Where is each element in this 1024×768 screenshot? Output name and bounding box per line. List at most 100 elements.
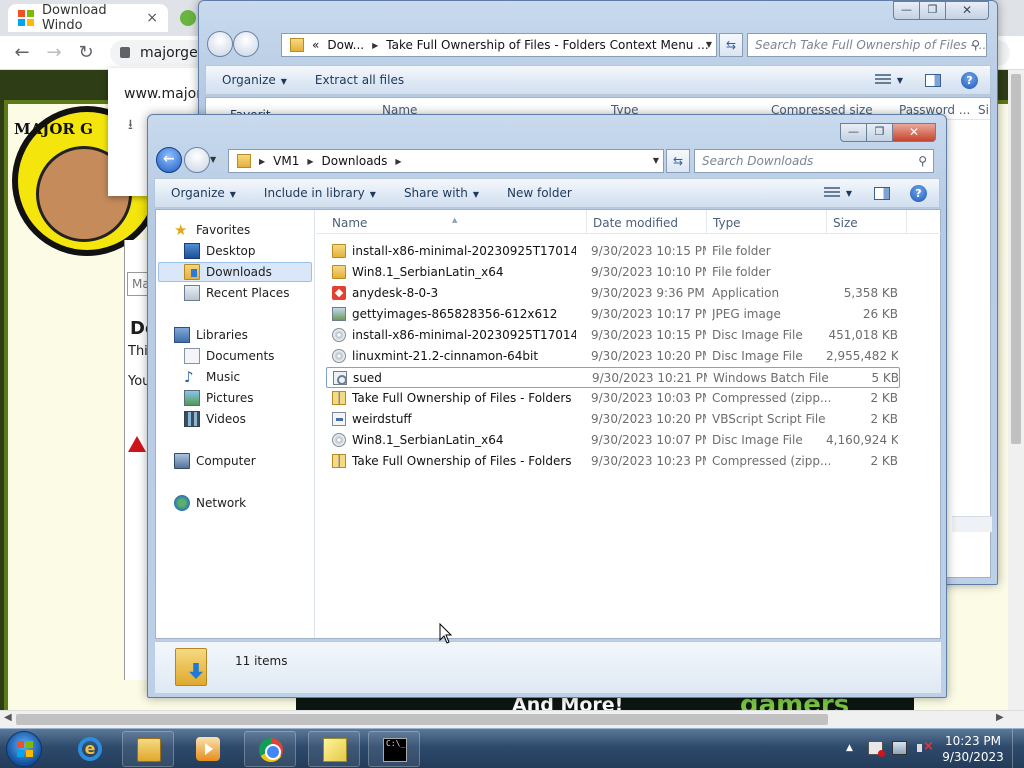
back-button[interactable] xyxy=(207,31,233,57)
table-row[interactable]: weirdstuff 9/30/2023 10:20 PM VBScript Scr… xyxy=(326,409,900,430)
organize-button[interactable]: Organize ▼ xyxy=(222,73,287,87)
sidebar-item-network[interactable]: Network xyxy=(174,493,246,513)
table-row[interactable]: sued 9/30/2023 10:21 PM Windows Batch File… xyxy=(326,367,900,388)
table-row[interactable]: Win8.1_SerbianLatin_x64 9/30/2023 10:10 P… xyxy=(326,262,900,283)
file-type: Compressed (zipp... xyxy=(712,454,830,468)
chevron-right-icon[interactable]: ▶ xyxy=(395,157,401,166)
table-row[interactable]: gettyimages-865828356-612x612 9/30/2023 1… xyxy=(326,304,900,325)
organize-button[interactable]: Organize ▼ xyxy=(171,186,236,200)
browser-tab-active[interactable]: Download Windo × xyxy=(8,3,168,33)
maximize-button[interactable]: ❐ xyxy=(919,1,945,20)
search-input[interactable]: Search Downloads ⚲ xyxy=(694,149,934,173)
views-icon[interactable] xyxy=(874,74,891,86)
include-in-library-button[interactable]: Include in library ▼ xyxy=(264,186,376,200)
download-icon[interactable]: ⭳ xyxy=(128,114,133,138)
browser-vertical-scrollbar[interactable] xyxy=(1008,70,1024,710)
table-row[interactable]: linuxmint-21.2-cinnamon-64bit 9/30/2023 1… xyxy=(326,346,900,367)
chevron-right-icon[interactable]: ▶ xyxy=(259,157,265,166)
volume-muted-icon[interactable] xyxy=(916,739,934,755)
taskbar-command-prompt[interactable]: C:\_ xyxy=(368,731,420,767)
breadcrumb-downloads[interactable]: Dow... xyxy=(327,38,364,52)
sidebar-item-downloads[interactable]: Downloads xyxy=(158,262,312,282)
column-size[interactable]: Si xyxy=(978,103,989,117)
extract-all-button[interactable]: Extract all files xyxy=(315,73,404,87)
minimize-button[interactable]: — xyxy=(893,1,919,20)
system-clock[interactable]: 10:23 PM 9/30/2023 xyxy=(940,733,1006,765)
forward-button[interactable] xyxy=(184,147,210,173)
refresh-button[interactable]: ⇆ xyxy=(719,33,743,57)
sidebar-item-pictures[interactable]: Pictures xyxy=(184,388,254,408)
sidebar-item-documents[interactable]: Documents xyxy=(184,346,274,366)
table-row[interactable]: anydesk-8-0-3 9/30/2023 9:36 PM Applicatio… xyxy=(326,283,900,304)
table-row[interactable]: Win8.1_SerbianLatin_x64 9/30/2023 10:07 P… xyxy=(326,430,900,451)
close-button[interactable]: ✕ xyxy=(892,123,936,142)
forward-button[interactable] xyxy=(233,31,259,57)
chevron-right-icon[interactable]: ▶ xyxy=(307,157,313,166)
start-button[interactable] xyxy=(6,731,42,767)
address-bar[interactable]: ▶ VM1 ▶ Downloads ▶ ▼ xyxy=(228,149,664,173)
close-tab-icon[interactable]: × xyxy=(146,10,158,26)
history-chevron-icon[interactable]: ▼ xyxy=(210,155,216,164)
maximize-button[interactable]: ❐ xyxy=(866,123,892,142)
minimize-button[interactable]: — xyxy=(840,123,866,142)
table-row[interactable]: install-x86-minimal-20230925T170144Z 9/30… xyxy=(326,241,900,262)
sidebar-item-desktop[interactable]: Desktop xyxy=(184,241,256,261)
share-with-button[interactable]: Share with ▼ xyxy=(404,186,479,200)
taskbar-media-player[interactable] xyxy=(182,731,234,767)
chevron-down-icon[interactable]: ▼ xyxy=(653,156,659,165)
breadcrumb-zip[interactable]: Take Full Ownership of Files - Folders C… xyxy=(386,38,708,52)
taskbar-sticky-notes[interactable] xyxy=(308,731,360,767)
taskbar-windows-explorer[interactable] xyxy=(122,731,174,767)
chrome-icon xyxy=(259,738,283,762)
taskbar-internet-explorer[interactable]: e xyxy=(64,731,116,767)
scrollbar-thumb[interactable] xyxy=(16,714,828,725)
sidebar-item-recent-places[interactable]: Recent Places xyxy=(184,283,289,303)
horizontal-scrollbar[interactable] xyxy=(952,516,992,532)
help-icon[interactable]: ? xyxy=(910,184,927,202)
explorer-window-downloads[interactable]: — ❐ ✕ ← ▼ ▶ VM1 ▶ Downloads ▶ ▼ ⇆ Search… xyxy=(147,114,947,698)
sidebar-item-computer[interactable]: Computer xyxy=(174,451,256,471)
sidebar-item-videos[interactable]: Videos xyxy=(184,409,246,429)
chevron-down-icon[interactable]: ▼ xyxy=(706,40,712,49)
column-name[interactable]: Name xyxy=(332,216,367,230)
chevron-down-icon[interactable]: ▼ xyxy=(846,189,852,198)
file-size: 2,955,482 KB xyxy=(826,349,898,363)
sidebar-item-favorites[interactable]: ★ Favorites xyxy=(174,220,250,240)
reload-icon[interactable]: ↻ xyxy=(74,41,98,65)
show-desktop-button[interactable] xyxy=(1012,729,1024,768)
breadcrumb-vm1[interactable]: VM1 xyxy=(273,154,299,168)
browser-horizontal-scrollbar[interactable]: ◀ ▶ xyxy=(0,710,1024,728)
preview-pane-icon[interactable] xyxy=(925,73,941,87)
table-row[interactable]: Take Full Ownership of Files - Folders C… xyxy=(326,451,900,472)
forward-arrow-icon[interactable]: → xyxy=(42,41,66,65)
back-button[interactable]: ← xyxy=(156,147,182,173)
help-icon[interactable]: ? xyxy=(961,71,978,89)
new-folder-button[interactable]: New folder xyxy=(507,186,572,200)
table-row[interactable]: Take Full Ownership of Files - Folders C… xyxy=(326,388,900,409)
network-tray-icon[interactable] xyxy=(892,741,907,755)
column-size[interactable]: Size xyxy=(833,216,858,230)
chevron-down-icon[interactable]: ▼ xyxy=(897,76,903,85)
search-input[interactable]: Search Take Full Ownership of Files - ..… xyxy=(747,33,987,57)
action-center-flag-icon[interactable] xyxy=(868,741,885,757)
breadcrumb-downloads[interactable]: Downloads xyxy=(322,154,388,168)
refresh-button[interactable]: ⇆ xyxy=(666,149,690,173)
preview-pane-icon[interactable] xyxy=(874,186,890,200)
taskbar-chrome[interactable] xyxy=(244,731,296,767)
show-hidden-icons-icon[interactable]: ▲ xyxy=(846,743,853,753)
address-bar[interactable]: « Dow... ▶ Take Full Ownership of Files … xyxy=(281,33,717,57)
sidebar-item-libraries[interactable]: Libraries xyxy=(174,325,248,345)
file-size: 2 KB xyxy=(870,391,898,405)
chevron-right-icon[interactable]: ▶ xyxy=(372,41,378,50)
search-icon[interactable]: ⚲ xyxy=(971,34,980,56)
table-row[interactable]: install-x86-minimal-20230925T170144Z 9/30… xyxy=(326,325,900,346)
views-icon[interactable] xyxy=(823,187,840,199)
back-arrow-icon[interactable]: ← xyxy=(10,41,34,65)
column-date-modified[interactable]: Date modified xyxy=(593,216,678,230)
sidebar-item-music[interactable]: ♪ Music xyxy=(184,367,240,387)
search-icon[interactable]: ⚲ xyxy=(918,150,927,172)
column-type[interactable]: Type xyxy=(713,216,741,230)
file-date: 9/30/2023 10:15 PM xyxy=(591,328,706,342)
breadcrumb-overflow[interactable]: « xyxy=(312,38,319,52)
close-button[interactable]: ✕ xyxy=(945,1,989,20)
